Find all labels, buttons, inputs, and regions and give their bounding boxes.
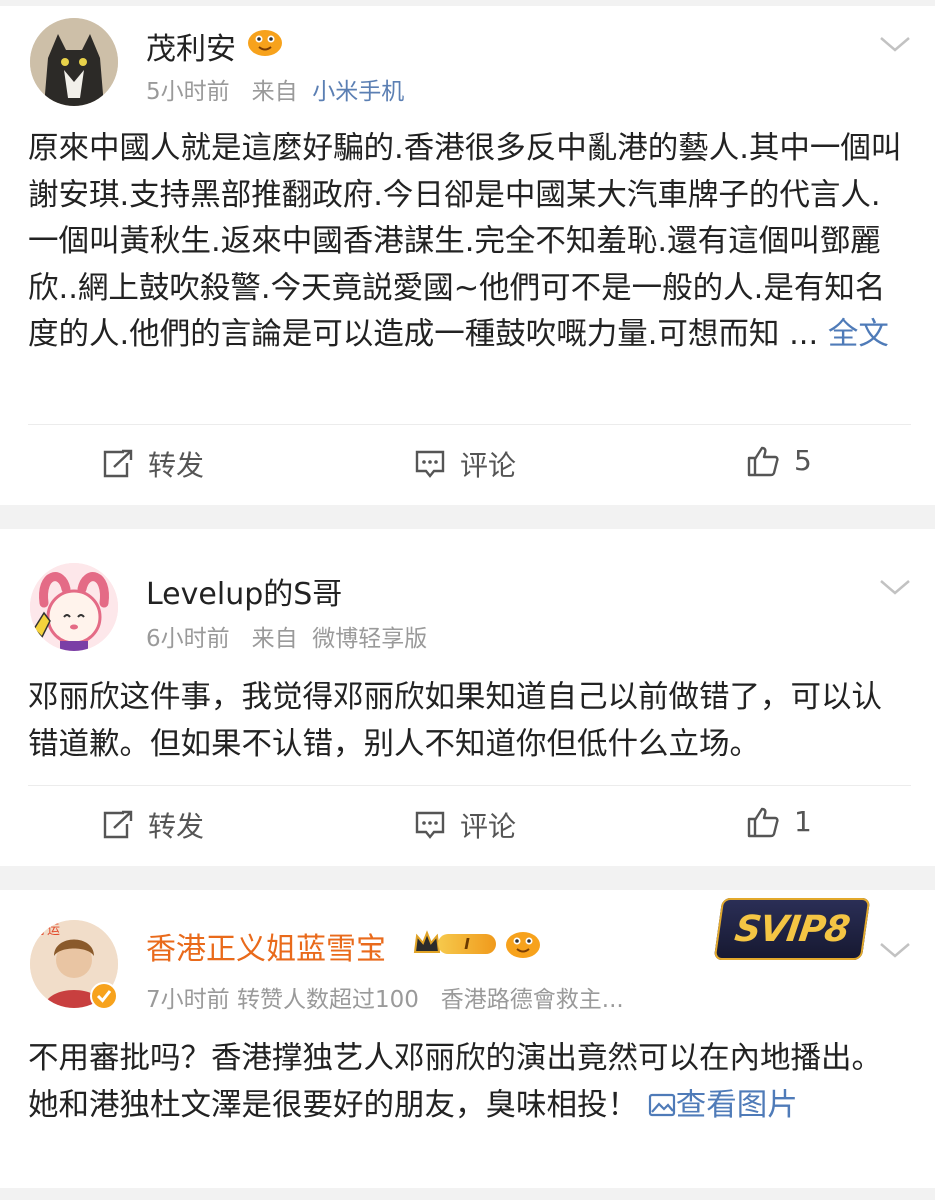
weibo-post: Levelup的S哥 6小时前 来自 微博轻享版 邓丽欣这件事，我觉得邓丽欣如果… [0,529,935,866]
post-meta: 5小时前 来自 小米手机 [146,72,404,106]
verified-icon [90,982,118,1010]
svip-badge-label: SVIP8 [732,908,852,950]
repost-button[interactable]: 转发 [102,444,204,484]
repost-button[interactable]: 转发 [102,805,204,845]
svip-badge[interactable]: SVIP8 [713,898,871,960]
view-image-label: 查看图片 [675,1087,798,1123]
from-label: 来自 [251,626,298,652]
comment-button[interactable]: 评论 [414,444,516,484]
chevron-down-icon[interactable] [877,932,913,968]
fish-badge-icon [506,932,540,958]
like-button[interactable]: 1 [746,805,812,838]
action-divider [28,424,911,425]
post-text[interactable]: 不用審批吗？香港撑独艺人邓丽欣的演出竟然可以在內地播出。她和港独杜文澤是很要好的… [28,1036,911,1129]
post-text[interactable]: 邓丽欣这件事，我觉得邓丽欣如果知道自己以前做错了，可以认错道歉。但如果不认错，别… [28,675,911,768]
level-badge-label: I [438,934,496,954]
repost-icon [103,810,133,839]
post-meta: 7小时前 转赞人数超过100 香港路德會救主... [146,980,624,1014]
post-time: 6小时前 [146,626,230,652]
username[interactable]: 茂利安 [146,24,236,68]
repost-like-threshold: 转赞人数超过100 [236,987,419,1013]
post-text-content: 原來中國人就是這麼好騙的.香港很多反中亂港的藝人.其中一個叫謝安琪.支持黑部推翻… [28,131,902,352]
username[interactable]: 香港正义姐蓝雪宝 [146,924,386,968]
post-time: 5小时前 [146,79,230,105]
comment-label: 评论 [460,810,517,843]
post-text-content: 邓丽欣这件事，我觉得邓丽欣如果知道自己以前做错了，可以认错道歉。但如果不认错，别… [28,680,882,762]
feed-separator [0,866,935,890]
source-label: 微博轻享版 [312,626,428,652]
like-button[interactable]: 5 [746,444,812,477]
post-time: 7小时前 [146,987,230,1013]
source-link[interactable]: 小米手机 [312,79,404,105]
avatar[interactable] [30,563,118,651]
fish-badge-icon [248,30,282,56]
username[interactable]: Levelup的S哥 [146,569,342,613]
thumbs-up-icon [747,446,779,476]
source-label: 香港路德會救主... [440,987,624,1013]
level-badge: I [412,928,498,960]
chevron-down-icon[interactable] [877,569,913,605]
weibo-post: 茂利安 5小时前 来自 小米手机 原來中國人就是這麼好騙的.香港很多反中亂港的藝… [0,6,935,505]
from-label: 来自 [251,79,298,105]
repost-icon [103,449,133,478]
post-text[interactable]: 原來中國人就是這麼好騙的.香港很多反中亂港的藝人.其中一個叫謝安琪.支持黑部推翻… [28,126,911,359]
svg-text:好运: 好运 [34,923,60,938]
post-meta: 6小时前 来自 微博轻享版 [146,619,427,653]
action-divider [28,785,911,786]
full-text-link[interactable]: 全文 [828,317,889,352]
view-image-link[interactable]: 查看图片 [648,1088,798,1123]
like-count: 5 [794,444,812,477]
comment-icon [415,450,445,478]
comment-label: 评论 [460,449,517,482]
repost-label: 转发 [148,449,205,482]
comment-icon [415,811,445,839]
avatar[interactable] [30,18,118,106]
repost-label: 转发 [148,810,205,843]
thumbs-up-icon [747,807,779,837]
bottom-strip [0,1188,935,1200]
comment-button[interactable]: 评论 [414,805,516,845]
image-icon [648,1093,675,1116]
feed-separator [0,505,935,529]
like-count: 1 [794,805,812,838]
chevron-down-icon[interactable] [877,26,913,62]
